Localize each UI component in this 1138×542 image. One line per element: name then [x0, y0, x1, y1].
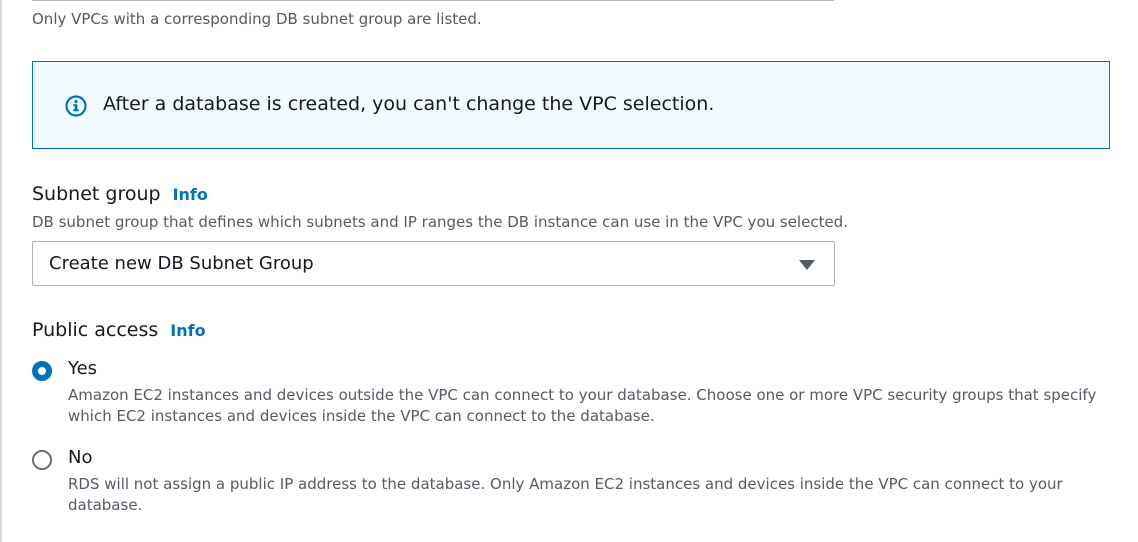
vpc-select-bottom-border — [32, 0, 834, 1]
subnet-group-label-text: Subnet group — [32, 183, 161, 205]
public-access-label-text: Public access — [32, 319, 159, 341]
info-circle-icon — [65, 95, 87, 117]
caret-down-icon — [799, 260, 815, 270]
public-access-label: Public access Info — [32, 319, 206, 341]
public-access-info-link[interactable]: Info — [170, 321, 205, 340]
left-border — [0, 0, 2, 542]
vpc-alert-text: After a database is created, you can't c… — [103, 93, 715, 115]
subnet-group-label: Subnet group Info — [32, 183, 208, 205]
vpc-hint-text: Only VPCs with a corresponding DB subnet… — [32, 10, 482, 28]
rds-connectivity-section: Only VPCs with a corresponding DB subnet… — [0, 0, 1138, 542]
subnet-group-select[interactable]: Create new DB Subnet Group — [32, 241, 835, 286]
subnet-group-selected-value: Create new DB Subnet Group — [49, 253, 314, 274]
radio-yes-description: Amazon EC2 instances and devices outside… — [68, 386, 1097, 425]
radio-no[interactable] — [32, 450, 52, 470]
subnet-group-description: DB subnet group that defines which subne… — [32, 213, 848, 231]
subnet-group-info-link[interactable]: Info — [173, 185, 208, 204]
radio-no-label: No — [68, 447, 93, 468]
radio-yes-label: Yes — [68, 358, 98, 379]
radio-no-description: RDS will not assign a public IP address … — [68, 475, 1063, 514]
vpc-info-alert: After a database is created, you can't c… — [32, 61, 1110, 149]
radio-yes[interactable] — [32, 361, 52, 381]
